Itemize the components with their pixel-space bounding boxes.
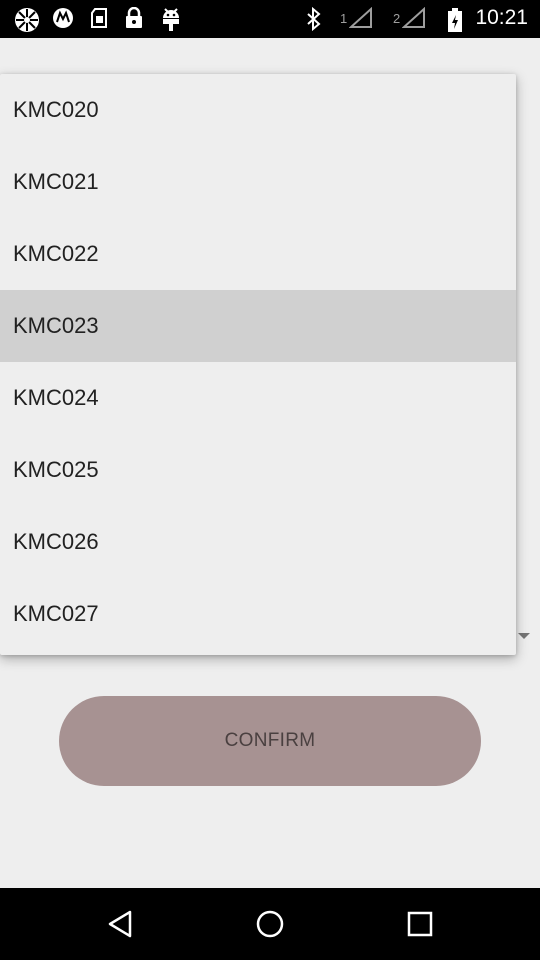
dropdown-list: KMC020 KMC021 KMC022 KMC023 KMC024 KMC02… bbox=[0, 74, 516, 655]
sim1-signal: 1 bbox=[340, 7, 373, 29]
battery-icon bbox=[446, 7, 464, 33]
sim1-label: 1 bbox=[340, 10, 348, 26]
lock-icon bbox=[124, 7, 144, 29]
sim-card-icon bbox=[90, 7, 108, 29]
app-icon bbox=[14, 7, 40, 33]
clock: 10:21 bbox=[475, 6, 528, 29]
recents-button[interactable] bbox=[370, 888, 470, 960]
bluetooth-icon bbox=[305, 7, 323, 31]
dropdown-item-label: KMC027 bbox=[13, 601, 99, 626]
android-debug-icon bbox=[160, 7, 182, 31]
dropdown-item-label: KMC023 bbox=[13, 313, 99, 338]
dropdown-item-label: KMC021 bbox=[13, 169, 99, 194]
dropdown-item-label: KMC022 bbox=[13, 241, 99, 266]
dropdown-item[interactable]: KMC026 bbox=[0, 506, 516, 578]
dropdown-item-label: KMC026 bbox=[13, 529, 99, 554]
motorola-icon bbox=[52, 7, 74, 29]
back-button[interactable] bbox=[70, 888, 170, 960]
status-bar: 1 2 10:21 bbox=[0, 0, 540, 38]
signal-icon bbox=[402, 7, 426, 28]
home-button[interactable] bbox=[220, 888, 320, 960]
dropdown-item[interactable]: KMC020 bbox=[0, 74, 516, 146]
dropdown-item[interactable]: KMC025 bbox=[0, 434, 516, 506]
dropdown-item-label: KMC024 bbox=[13, 385, 99, 410]
dropdown-item-label: KMC025 bbox=[13, 457, 99, 482]
home-icon bbox=[256, 910, 284, 938]
recents-icon bbox=[407, 911, 433, 937]
dropdown-item[interactable]: KMC021 bbox=[0, 146, 516, 218]
dropdown-item[interactable]: KMC024 bbox=[0, 362, 516, 434]
navigation-bar bbox=[0, 888, 540, 960]
signal-icon bbox=[349, 7, 373, 28]
dropdown-item[interactable]: KMC027 bbox=[0, 578, 516, 650]
dropdown-item[interactable]: KMC022 bbox=[0, 218, 516, 290]
dropdown-item-label: KMC020 bbox=[13, 97, 99, 122]
confirm-button-label: CONFIRM bbox=[224, 730, 316, 751]
main-screen: KMC020 KMC021 KMC022 KMC023 KMC024 KMC02… bbox=[0, 38, 540, 888]
confirm-button[interactable]: CONFIRM bbox=[59, 696, 481, 786]
sim2-label: 2 bbox=[393, 10, 401, 26]
back-icon bbox=[108, 910, 132, 938]
sim2-signal: 2 bbox=[393, 7, 426, 29]
spinner-arrow-icon[interactable] bbox=[518, 633, 530, 639]
dropdown-item-selected[interactable]: KMC023 bbox=[0, 290, 516, 362]
